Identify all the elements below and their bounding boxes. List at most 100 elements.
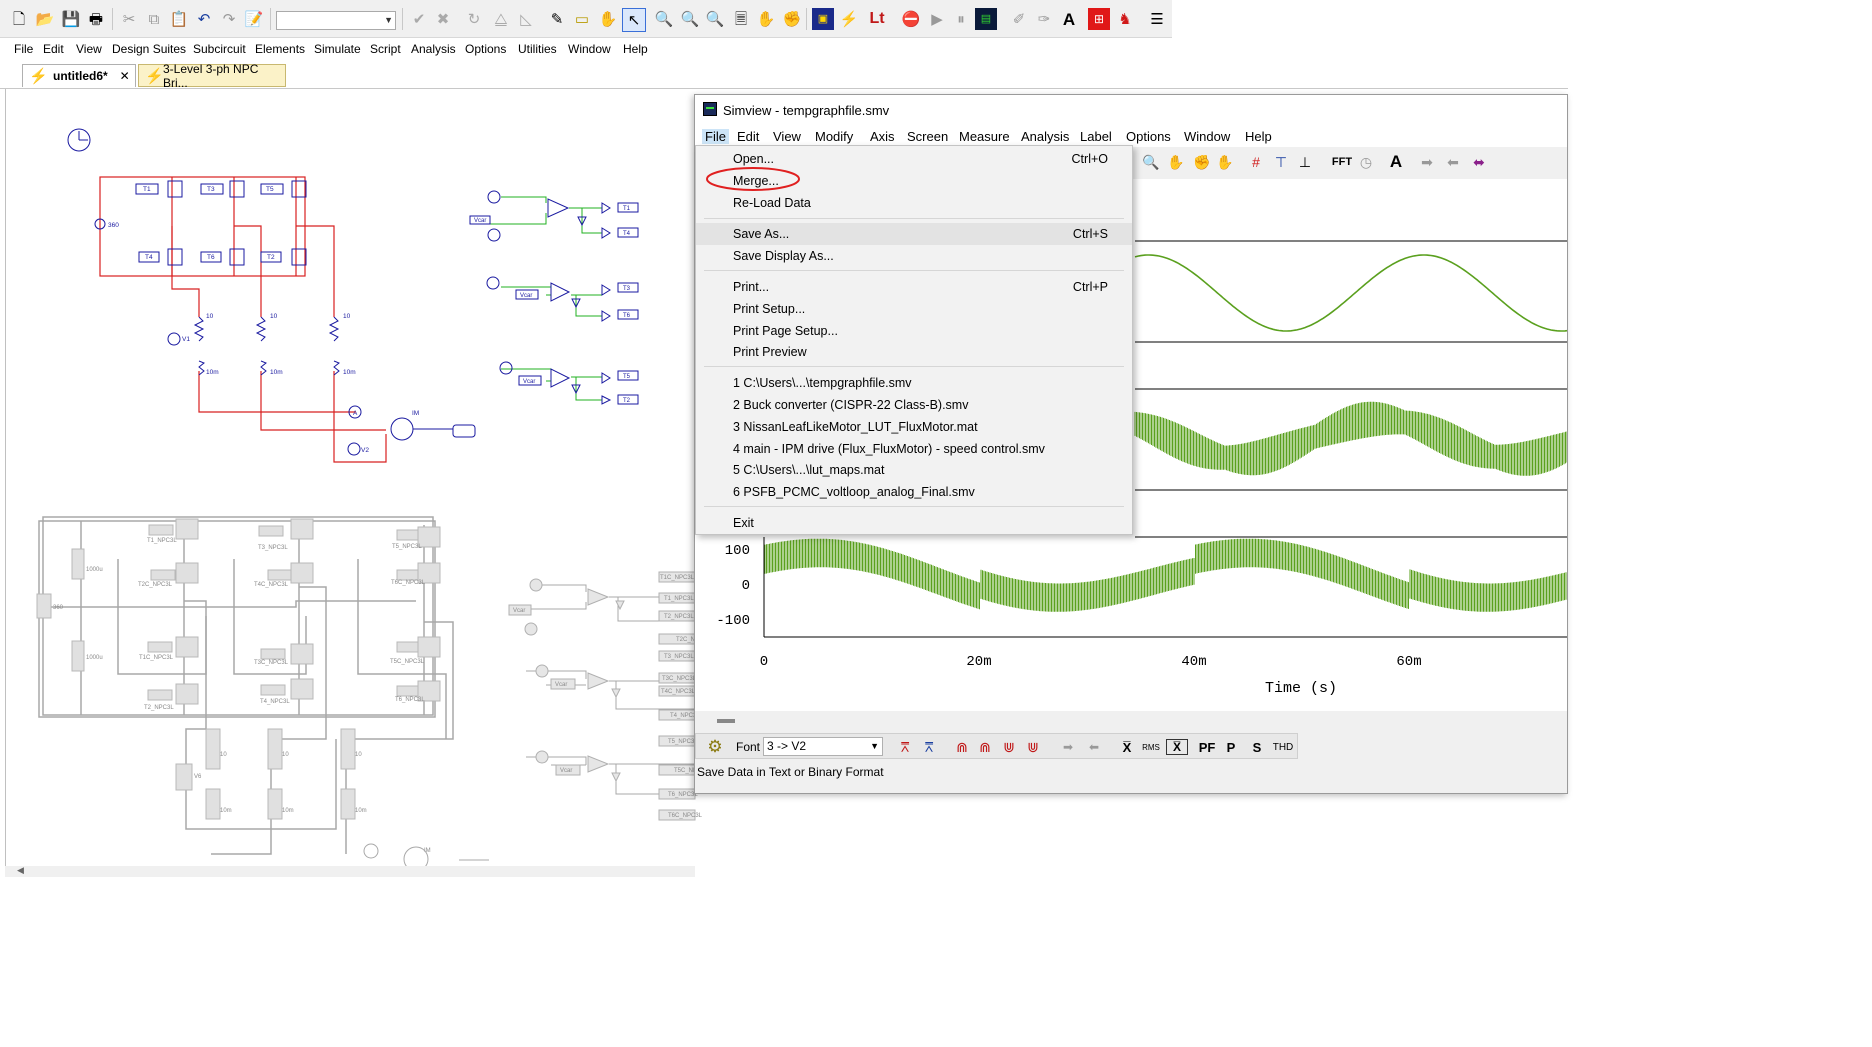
pen-probe2-icon[interactable]: ✑ bbox=[1033, 8, 1055, 30]
copy-icon[interactable]: ⧉ bbox=[143, 8, 165, 30]
plot-hscrollbar[interactable] bbox=[695, 711, 1567, 731]
mean-button[interactable]: X̅ bbox=[1116, 737, 1138, 757]
print-icon[interactable]: 🖶 bbox=[85, 8, 107, 30]
scope-icon[interactable]: ▤ bbox=[975, 8, 997, 30]
arrow-both-icon[interactable]: ⬌ bbox=[1469, 151, 1489, 173]
menu-file[interactable]: File bbox=[14, 42, 33, 56]
sv-menu-analysis[interactable]: Analysis bbox=[1021, 129, 1069, 144]
menu-item-print-preview[interactable]: Print Preview bbox=[696, 341, 1132, 363]
menu-item-reload-data[interactable]: Re-Load Data bbox=[696, 192, 1132, 214]
menu-item-save-as[interactable]: Save As... Ctrl+S bbox=[696, 223, 1132, 245]
s-button[interactable]: S bbox=[1248, 737, 1266, 757]
pause-icon[interactable]: ⏸ bbox=[950, 8, 972, 30]
sv-menu-measure[interactable]: Measure bbox=[959, 129, 1010, 144]
simview-icon[interactable]: ▣ bbox=[812, 8, 834, 30]
hand-pan-icon[interactable]: ✋ bbox=[1215, 151, 1235, 173]
prev-min-icon[interactable]: ⋓ bbox=[1022, 737, 1044, 757]
arrow-left-icon[interactable]: ⬅ bbox=[1443, 151, 1463, 173]
grid-icon[interactable]: # bbox=[1246, 151, 1266, 173]
clock-icon[interactable]: ◷ bbox=[1356, 151, 1376, 173]
sv-menu-view[interactable]: View bbox=[773, 129, 801, 144]
sv-menu-axis[interactable]: Axis bbox=[870, 129, 895, 144]
wand-icon[interactable]: ⚡ bbox=[838, 8, 860, 30]
hand-grab-icon[interactable]: ✊ bbox=[1192, 151, 1212, 173]
menu-item-print-setup[interactable]: Print Setup... bbox=[696, 298, 1132, 320]
simview-titlebar[interactable]: Simview - tempgraphfile.smv bbox=[695, 95, 1567, 125]
check-icon[interactable]: ✔ bbox=[408, 8, 430, 30]
plot-icon[interactable]: ⊞ bbox=[1088, 8, 1110, 30]
hand-grab-icon[interactable]: ✊ bbox=[781, 8, 803, 30]
trace-select[interactable]: 3 -> V2 ▼ bbox=[763, 737, 883, 756]
menu-analysis[interactable]: Analysis bbox=[411, 42, 456, 56]
sv-menu-help[interactable]: Help bbox=[1245, 129, 1272, 144]
lt-icon[interactable]: Lt bbox=[866, 8, 888, 30]
sv-menu-label[interactable]: Label bbox=[1080, 129, 1112, 144]
page-icon[interactable]: 🗏 bbox=[730, 8, 752, 30]
rotate-icon[interactable]: ↻ bbox=[463, 8, 485, 30]
zoom-icon[interactable]: 🔍 bbox=[1141, 151, 1161, 173]
hand-icon[interactable]: ✋ bbox=[1166, 151, 1186, 173]
arrow-right-icon[interactable]: ➡ bbox=[1417, 151, 1437, 173]
sv-menu-file[interactable]: File bbox=[702, 129, 729, 144]
menu-help[interactable]: Help bbox=[623, 42, 648, 56]
sv-menu-edit[interactable]: Edit bbox=[737, 129, 759, 144]
cut-icon[interactable]: ✂ bbox=[118, 8, 140, 30]
sv-menu-window[interactable]: Window bbox=[1184, 129, 1230, 144]
zoom-icon[interactable]: 🔍 bbox=[653, 8, 675, 30]
pen-probe-icon[interactable]: ✐ bbox=[1008, 8, 1030, 30]
sv-menu-options[interactable]: Options bbox=[1126, 129, 1171, 144]
flip-icon[interactable]: ⧋ bbox=[490, 8, 512, 30]
menu-view[interactable]: View bbox=[76, 42, 102, 56]
rms-button[interactable]: RMS bbox=[1138, 737, 1164, 757]
menu-elements[interactable]: Elements bbox=[255, 42, 305, 56]
probe-icon[interactable]: ⊥ bbox=[1295, 151, 1315, 173]
menu-design-suites[interactable]: Design Suites bbox=[112, 42, 186, 56]
arrow-right-icon[interactable]: ➡ bbox=[1058, 737, 1078, 757]
menu-item-recent-2[interactable]: 2 Buck converter (CISPR-22 Class-B).smv bbox=[696, 394, 1132, 416]
menu-script[interactable]: Script bbox=[370, 42, 401, 56]
menu-simulate[interactable]: Simulate bbox=[314, 42, 361, 56]
new-file-icon[interactable]: 🗋 bbox=[8, 8, 30, 30]
menu-item-recent-6[interactable]: 6 PSFB_PCMC_voltloop_analog_Final.smv bbox=[696, 481, 1132, 503]
menu-item-recent-4[interactable]: 4 main - IPM drive (Flux_FluxMotor) - sp… bbox=[696, 438, 1132, 460]
menu-utilities[interactable]: Utilities bbox=[518, 42, 557, 56]
max-icon[interactable]: ⩞ bbox=[892, 737, 918, 757]
zoom-out-icon[interactable]: 🔍 bbox=[704, 8, 726, 30]
next-max-icon[interactable]: ⋒ bbox=[950, 737, 974, 757]
menu-item-exit[interactable]: Exit bbox=[696, 512, 1132, 534]
text-icon[interactable]: A bbox=[1058, 8, 1080, 30]
element-combo[interactable]: ▼ bbox=[276, 11, 396, 30]
clipboard-icon[interactable]: 📝 bbox=[243, 8, 265, 30]
list-icon[interactable]: ☰ bbox=[1146, 8, 1168, 30]
text-button[interactable]: A bbox=[1386, 151, 1406, 173]
zoom-in-icon[interactable]: 🔍 bbox=[679, 8, 701, 30]
close-icon[interactable]: ✕ bbox=[120, 69, 130, 83]
pf-button[interactable]: PF bbox=[1196, 737, 1218, 757]
menu-item-print[interactable]: Print... Ctrl+P bbox=[696, 276, 1132, 298]
select-arrow-icon[interactable]: ↖ bbox=[622, 8, 646, 32]
cross-icon[interactable]: ✖ bbox=[432, 8, 454, 30]
menu-item-recent-1[interactable]: 1 C:\Users\...\tempgraphfile.smv bbox=[696, 372, 1132, 394]
undo-icon[interactable]: ↶ bbox=[193, 8, 215, 30]
next-min-icon[interactable]: ⋓ bbox=[998, 737, 1020, 757]
menu-subcircuit[interactable]: Subcircuit bbox=[193, 42, 246, 56]
scroll-left-icon[interactable]: ◀ bbox=[17, 865, 24, 876]
thd-button[interactable]: THD bbox=[1270, 737, 1296, 757]
min-icon[interactable]: ⩞ bbox=[918, 737, 940, 757]
menu-item-save-display-as[interactable]: Save Display As... bbox=[696, 245, 1132, 267]
save-icon[interactable]: 💾 bbox=[60, 8, 82, 30]
open-folder-icon[interactable]: 📂 bbox=[34, 8, 56, 30]
marker-icon[interactable]: ⊤ bbox=[1271, 151, 1291, 173]
prev-max-icon[interactable]: ⋒ bbox=[974, 737, 996, 757]
menu-options[interactable]: Options bbox=[465, 42, 506, 56]
hand-pan-icon[interactable]: ✋ bbox=[755, 8, 777, 30]
menu-item-recent-5[interactable]: 5 C:\Users\...\lut_maps.mat bbox=[696, 459, 1132, 481]
tab-3level-npc[interactable]: ⚡ 3-Level 3-ph NPC Bri... bbox=[138, 62, 286, 90]
paste-icon[interactable]: 📋 bbox=[168, 8, 190, 30]
gear-icon[interactable]: ⚙ bbox=[704, 737, 726, 757]
tab-untitled6[interactable]: ⚡ untitled6* ✕ bbox=[22, 64, 136, 87]
fft-button[interactable]: FFT bbox=[1329, 151, 1355, 173]
menu-item-print-page-setup[interactable]: Print Page Setup... bbox=[696, 320, 1132, 342]
menu-window[interactable]: Window bbox=[568, 42, 611, 56]
redo-icon[interactable]: ↷ bbox=[218, 8, 240, 30]
